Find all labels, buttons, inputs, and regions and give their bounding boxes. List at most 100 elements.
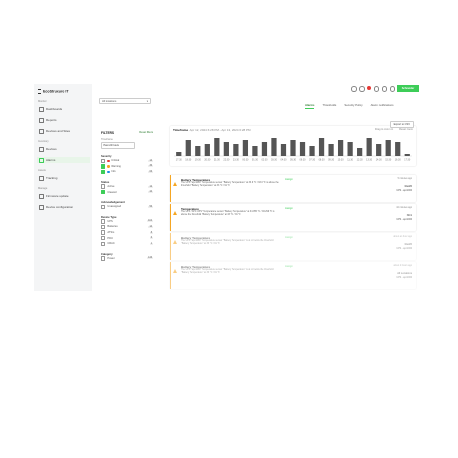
sidebar-section-assets: Assets bbox=[38, 169, 46, 172]
sidebar-item-alarms[interactable]: Alarms bbox=[37, 157, 90, 163]
chart-bar[interactable] bbox=[290, 140, 296, 156]
checkbox[interactable] bbox=[101, 164, 106, 169]
tab-thresholds[interactable]: Thresholds bbox=[322, 103, 336, 109]
apps-icon[interactable] bbox=[381, 86, 387, 92]
alert-card[interactable]: Battery Temperature The UPS "apc1000" Tem… bbox=[170, 175, 416, 202]
filter-option-count: 12 bbox=[148, 185, 153, 188]
filter-option-label: PDU bbox=[107, 236, 113, 240]
chart-bar[interactable] bbox=[280, 144, 287, 156]
chart-bar[interactable] bbox=[347, 142, 353, 156]
chart-bar[interactable] bbox=[357, 148, 363, 156]
chart-bar[interactable] bbox=[385, 140, 391, 156]
chart-bar[interactable] bbox=[309, 146, 315, 156]
alerts-list: Battery Temperature The UPS "apc1000" Tem… bbox=[170, 175, 416, 291]
warning-icon bbox=[173, 211, 177, 215]
sidebar-item-firmware-update[interactable]: Firmware update bbox=[37, 193, 90, 199]
chart-bar[interactable] bbox=[252, 146, 258, 156]
chart-bar[interactable] bbox=[176, 152, 182, 156]
chart-bar[interactable] bbox=[337, 140, 344, 156]
chart-bar[interactable] bbox=[366, 138, 372, 156]
alert-location[interactable]: UPS - apc1000 bbox=[396, 219, 412, 221]
dashboard-icon bbox=[39, 106, 44, 112]
alert-card[interactable]: Battery Temperature The UPS "apc1000" Tem… bbox=[170, 233, 416, 260]
checkbox[interactable] bbox=[101, 219, 106, 224]
alert-card[interactable]: Temperature The UPS "APC UPS" Temperature… bbox=[170, 204, 416, 231]
user-icon[interactable] bbox=[389, 86, 395, 92]
help-icon[interactable] bbox=[351, 86, 357, 92]
filter-option[interactable]: Unassigned 56 bbox=[101, 204, 153, 210]
alert-card[interactable]: Battery Temperature The UPS "apc1000" Tem… bbox=[170, 262, 416, 289]
sidebar-item-device-configuration[interactable]: Device configuration bbox=[37, 204, 90, 210]
sidebar-section-monitor: Monitor bbox=[38, 100, 47, 103]
checkbox[interactable] bbox=[101, 158, 106, 163]
warning-icon bbox=[173, 269, 177, 273]
sidebar-item-devices[interactable]: Devices bbox=[37, 146, 90, 152]
filter-option-label: Info bbox=[111, 170, 116, 174]
filter-option[interactable]: Cleared 44 bbox=[101, 189, 153, 195]
timeframe-select[interactable]: Past 24 hours bbox=[101, 142, 135, 149]
checkbox[interactable] bbox=[101, 241, 106, 246]
settings-icon[interactable] bbox=[373, 86, 379, 92]
sidebar-item-dashboards[interactable]: Dashboards bbox=[37, 106, 90, 112]
chart-bar[interactable] bbox=[318, 138, 325, 156]
alert-location[interactable]: UPS - apc1000 bbox=[396, 277, 412, 279]
checkbox[interactable] bbox=[101, 169, 106, 175]
filter-option[interactable]: Power 146 bbox=[101, 256, 153, 262]
alert-device[interactable]: Rack5 bbox=[405, 185, 412, 188]
checkbox[interactable] bbox=[101, 204, 106, 209]
export-csv-button[interactable]: Export to CSV bbox=[389, 121, 414, 128]
assign-button[interactable]: Assign bbox=[285, 207, 293, 210]
alert-location[interactable]: UPS - apc1000 bbox=[396, 248, 412, 250]
tab-alarm-notifications[interactable]: Alarm notifications bbox=[371, 103, 394, 109]
chart-bar[interactable] bbox=[214, 138, 220, 156]
chart-bar[interactable] bbox=[299, 142, 306, 156]
x-tick-label: 13:30 bbox=[366, 159, 373, 162]
chart-bar[interactable] bbox=[185, 140, 191, 156]
chart-bar[interactable] bbox=[271, 138, 277, 156]
sidebar-section-manage: Manage bbox=[38, 187, 48, 190]
x-tick-label: 01:30 bbox=[252, 159, 259, 162]
tab-security-policy[interactable]: Security Policy bbox=[344, 103, 362, 109]
checkbox[interactable] bbox=[101, 235, 106, 241]
chart-bar[interactable] bbox=[204, 144, 210, 156]
timeframe-panel: Timeframe Apr 12, 2024 6:28 PM - Apr 13,… bbox=[170, 126, 416, 166]
notifications-icon[interactable] bbox=[359, 86, 365, 92]
alert-device[interactable]: NC1 bbox=[407, 214, 412, 217]
hamburger-icon[interactable] bbox=[38, 89, 41, 94]
assign-button[interactable]: Assign bbox=[285, 265, 293, 268]
checkbox[interactable] bbox=[101, 189, 106, 195]
alert-location[interactable]: UPS - apc1000 bbox=[396, 190, 412, 192]
checkbox[interactable] bbox=[101, 184, 106, 189]
chart-bar[interactable] bbox=[195, 146, 201, 156]
filter-option[interactable]: CRAC 1 bbox=[101, 241, 153, 247]
chart-bar[interactable] bbox=[261, 142, 268, 156]
sidebar-item-reports[interactable]: Reports bbox=[37, 117, 90, 123]
severity-bar bbox=[170, 233, 171, 260]
chart-bar[interactable] bbox=[242, 140, 249, 156]
checkbox[interactable] bbox=[101, 224, 106, 230]
sidebar-item-tracking[interactable]: Tracking bbox=[37, 175, 90, 181]
location-select[interactable]: All locations ▾ bbox=[99, 98, 151, 104]
checkbox[interactable] bbox=[101, 256, 106, 261]
drag-to-zoom-hint: Drag to zoom in bbox=[374, 128, 394, 131]
tab-alarms[interactable]: Alarms bbox=[305, 103, 315, 109]
sidebar-item-devices-sites[interactable]: Devices and Sites bbox=[37, 128, 90, 134]
chart-bar[interactable] bbox=[376, 144, 382, 156]
alert-device[interactable]: Rack5 bbox=[405, 243, 412, 246]
filter-option-count: 06 bbox=[148, 170, 153, 173]
chart-bar[interactable] bbox=[404, 154, 410, 156]
chart-bar[interactable] bbox=[233, 144, 239, 156]
alert-device[interactable]: All Locations bbox=[397, 272, 412, 275]
assign-button[interactable]: Assign bbox=[285, 178, 293, 181]
checkbox[interactable] bbox=[101, 230, 106, 235]
assign-button[interactable]: Assign bbox=[285, 236, 293, 239]
chart-bar[interactable] bbox=[223, 142, 229, 156]
reset-filters-link[interactable]: Reset filters bbox=[139, 131, 153, 134]
reset-zoom-link[interactable]: Reset zoom bbox=[399, 128, 413, 131]
chart-bar[interactable] bbox=[395, 142, 401, 156]
alert-description: The UPS "apc1000" Temperature sensor "Ba… bbox=[181, 269, 274, 274]
filter-option[interactable]: Info 06 bbox=[101, 169, 153, 175]
filter-option-label: Power bbox=[107, 256, 115, 260]
alarm-histogram-chart[interactable]: 17:30 18:30 19:30 20:30 21:30 22:30 23:30 00:30… bbox=[174, 135, 412, 163]
chart-bar[interactable] bbox=[328, 144, 334, 156]
